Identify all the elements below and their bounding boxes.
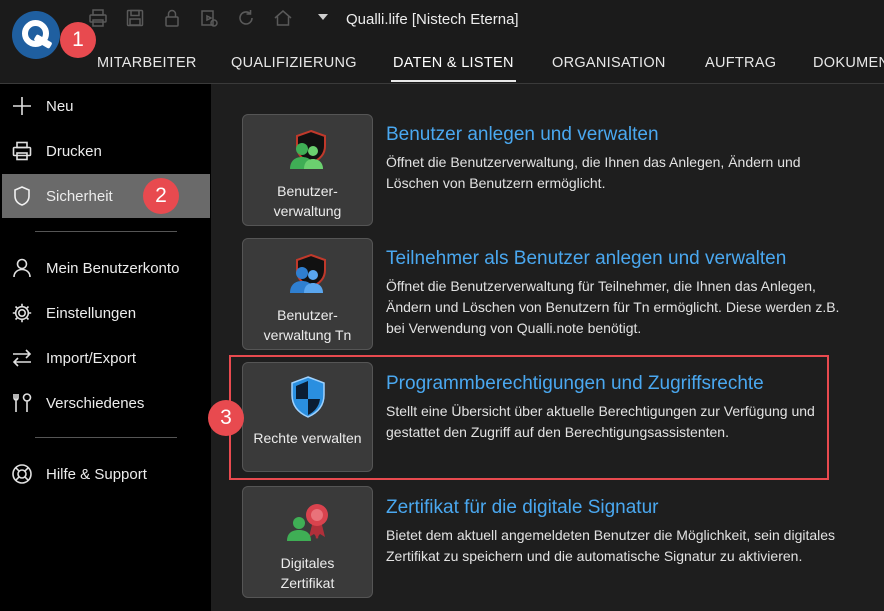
printer-icon[interactable] [88,8,108,28]
shield-icon [11,185,33,207]
card-title-zertifikat[interactable]: Zertifikat für die digitale Signatur [386,497,658,519]
menu-dokumente[interactable]: DOKUMEN [813,55,884,71]
printer-icon [11,140,33,162]
sidebar-item-drucken[interactable]: Drucken [0,129,211,173]
card-description: Öffnet die Benutzerverwaltung, die Ihnen… [386,154,801,191]
tile-label-line1: Benutzer- [277,307,338,323]
card-title-benutzer[interactable]: Benutzer anlegen und verwalten [386,124,659,146]
gear-icon [11,302,33,324]
title-bar: Qualli.life [Nistech Eterna] [0,0,884,42]
lifebuoy-icon [11,463,33,485]
card-title-teilnehmer[interactable]: Teilnehmer als Benutzer anlegen und verw… [386,248,786,270]
tile-label-line1: Digitales [280,555,335,571]
card-description: Bietet dem aktuell angemeldeten Benutzer… [386,527,836,564]
sidebar: Neu Drucken Sicherheit 2 Mein Benutzerko… [0,84,211,611]
plus-icon [11,95,33,117]
highlight-frame [229,355,829,480]
main-menu-bar: MITARBEITER QUALIFIZIERUNG DATEN & LISTE… [0,42,884,84]
callout-3: 3 [208,400,244,436]
video-icon[interactable] [199,8,219,28]
certificate-icon [287,504,328,541]
callout-2: 2 [143,178,179,214]
menu-daten-listen[interactable]: DATEN & LISTEN [391,55,516,82]
user-icon [11,257,33,279]
tile-benutzerverwaltung[interactable]: Benutzer- verwaltung [242,114,373,226]
sidebar-item-hilfe-support[interactable]: Hilfe & Support [0,452,211,496]
menu-mitarbeiter[interactable]: MITARBEITER [97,55,197,71]
save-icon[interactable] [125,8,145,28]
tile-digitales-zertifikat[interactable]: Digitales Zertifikat [242,486,373,598]
tile-label-line2: verwaltung Tn [263,327,352,343]
tile-label-line2: Zertifikat [280,575,335,591]
arrows-icon [11,347,33,369]
sidebar-item-import-export[interactable]: Import/Export [0,336,211,380]
sidebar-item-label: Verschiedenes [46,394,145,412]
refresh-icon[interactable] [236,8,256,28]
sidebar-item-label: Einstellungen [46,304,137,322]
sidebar-item-label: Drucken [46,142,102,160]
quick-access-toolbar [88,8,310,28]
main-content: Benutzer- verwaltung Benutzer anlegen un… [208,84,884,611]
sidebar-item-benutzerkonto[interactable]: Mein Benutzerkonto [0,246,211,290]
home-icon[interactable] [273,8,293,28]
app-window: Qualli.life [Nistech Eterna] 1 MITARBEIT… [0,0,884,611]
sidebar-item-einstellungen[interactable]: Einstellungen [0,291,211,335]
sidebar-item-label: Import/Export [46,349,137,367]
sidebar-item-label: Mein Benutzerkonto [46,259,180,277]
users-shield-icon [290,253,326,293]
lock-icon[interactable] [162,8,182,28]
callout-1: 1 [60,22,96,58]
tile-label-line2: verwaltung [273,203,342,219]
menu-qualifizierung[interactable]: QUALIFIZIERUNG [231,55,357,71]
users-shield-icon [290,129,326,169]
sidebar-item-label: Neu [46,97,74,115]
app-logo[interactable] [12,11,60,59]
menu-organisation[interactable]: ORGANISATION [552,55,666,71]
sidebar-item-label: Hilfe & Support [46,465,147,483]
sidebar-divider [35,231,177,232]
tile-benutzerverwaltung-tn[interactable]: Benutzer- verwaltung Tn [242,238,373,350]
sidebar-item-verschiedenes[interactable]: Verschiedenes [0,381,211,425]
menu-auftrag[interactable]: AUFTRAG [705,55,776,71]
sidebar-item-label: Sicherheit [46,187,113,205]
tile-label-line1: Benutzer- [277,183,338,199]
sidebar-divider [35,437,177,438]
tools-icon [11,392,33,414]
card-description: Öffnet die Benutzerverwaltung für Teilne… [386,278,840,336]
window-title: Qualli.life [Nistech Eterna] [346,11,519,28]
sidebar-item-neu[interactable]: Neu [0,84,211,128]
quick-access-dropdown-icon[interactable] [318,14,328,20]
